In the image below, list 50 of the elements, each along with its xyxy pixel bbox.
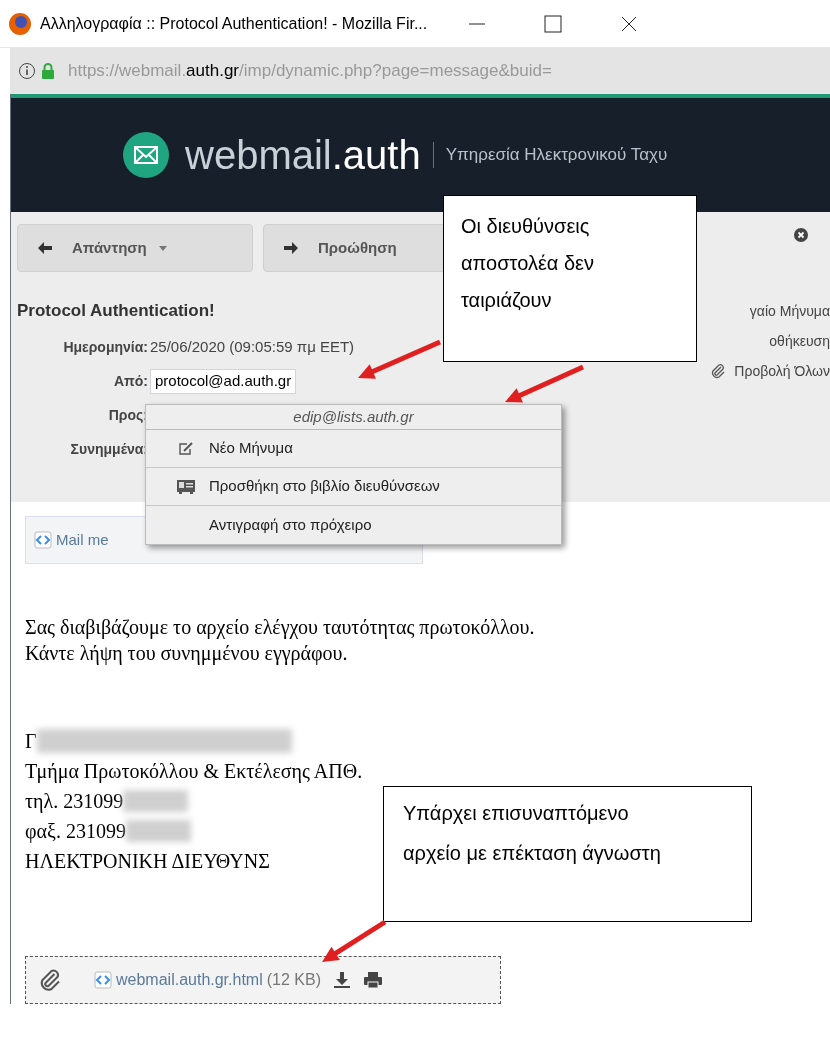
menu-item-label: Νέο Μήνυμα: [209, 438, 293, 459]
signature-line: τηλ. 231099: [25, 789, 124, 815]
body-part-label[interactable]: Mail me: [56, 528, 109, 552]
header-action-link[interactable]: γαίο Μήνυμα: [749, 300, 830, 322]
arrow-left-icon: [38, 242, 52, 254]
menu-item-label: Προσθήκη στο βιβλίο διευθύνσεων: [209, 476, 440, 497]
paperclip-icon: [38, 968, 62, 992]
download-icon[interactable]: [333, 971, 351, 989]
code-file-icon: [94, 971, 112, 989]
signature-line: ΗΛΕΚΤΡΟΝΙΚΗ ΔΙΕΥΘΥΝΣ: [25, 849, 270, 874]
menu-item[interactable]: Αντιγραφή στο πρόχειρο: [146, 506, 561, 544]
mail-icon: [123, 132, 169, 178]
signature-line: φαξ. 231099: [25, 819, 126, 845]
field-label: Από:: [112, 372, 148, 391]
callout-text: Υπάρχει επισυναπτόμενο αρχείο με επέκταση άγνωστη: [403, 801, 662, 866]
menu-item[interactable]: Προσθήκη στο βιβλίο διευθύνσεων: [146, 468, 561, 506]
info-icon: [18, 62, 36, 80]
field-label: Προς:: [107, 406, 148, 425]
header-action-link[interactable]: Προβολή Όλων: [734, 360, 830, 382]
paperclip-icon: [710, 363, 727, 379]
body-text: Σας διαβιβάζουμε το αρχείο ελέγχου ταυτότητας πρωτοκόλλου.: [25, 615, 535, 640]
url-text: https://webmail.auth.gr/imp/dynamic.php?page=message&buid=: [68, 60, 552, 83]
lock-icon: [40, 62, 56, 80]
message-subject: Protocol Authentication!: [17, 300, 215, 322]
attachment-link[interactable]: webmail.auth.gr.html: [116, 968, 263, 992]
close-icon[interactable]: [794, 228, 808, 242]
logo-text: webmail.auth: [185, 132, 421, 179]
arrow-right-icon: [284, 242, 298, 254]
edit-icon: [178, 441, 194, 456]
menu-header: edip@lists.auth.gr: [146, 405, 561, 430]
tagline: Υπηρεσία Ηλεκτρονικού Ταχυ: [445, 144, 668, 167]
field-label: Ημερομηνία:: [62, 338, 148, 357]
browser-logo-icon: [8, 11, 32, 36]
menu-item[interactable]: Νέο Μήνυμα: [146, 430, 561, 468]
sender-address[interactable]: protocol@ad.auth.gr: [150, 369, 297, 394]
address-bar[interactable]: https://webmail.auth.gr/imp/dynamic.php?page=message&buid=: [10, 48, 830, 94]
header-action-link[interactable]: οθήκευση: [769, 330, 830, 352]
maximize-icon[interactable]: [543, 13, 564, 34]
attachment-size: (12 KB): [266, 970, 321, 990]
code-file-icon: [34, 531, 52, 549]
toolbar-button[interactable]: Απάντηση: [17, 224, 253, 272]
field-value: 25/06/2020 (09:05:59 πμ EET): [150, 337, 355, 358]
body-text: Κάντε λήψη του συνημμένου εγγράφου.: [25, 641, 348, 666]
signature-line: Τμήμα Πρωτοκόλλου & Εκτέλεσης ΑΠΘ.: [25, 759, 363, 785]
signature-line: Γ: [25, 729, 37, 754]
menu-item-label: Αντιγραφή στο πρόχειρο: [209, 514, 372, 535]
address-card-icon: [176, 478, 196, 495]
window-title: Αλληλογραφία :: Protocol Authentication! - Mozilla Fir...: [40, 13, 428, 34]
field-label: Συνημμένα:: [69, 440, 148, 459]
printer-icon[interactable]: [363, 971, 383, 989]
